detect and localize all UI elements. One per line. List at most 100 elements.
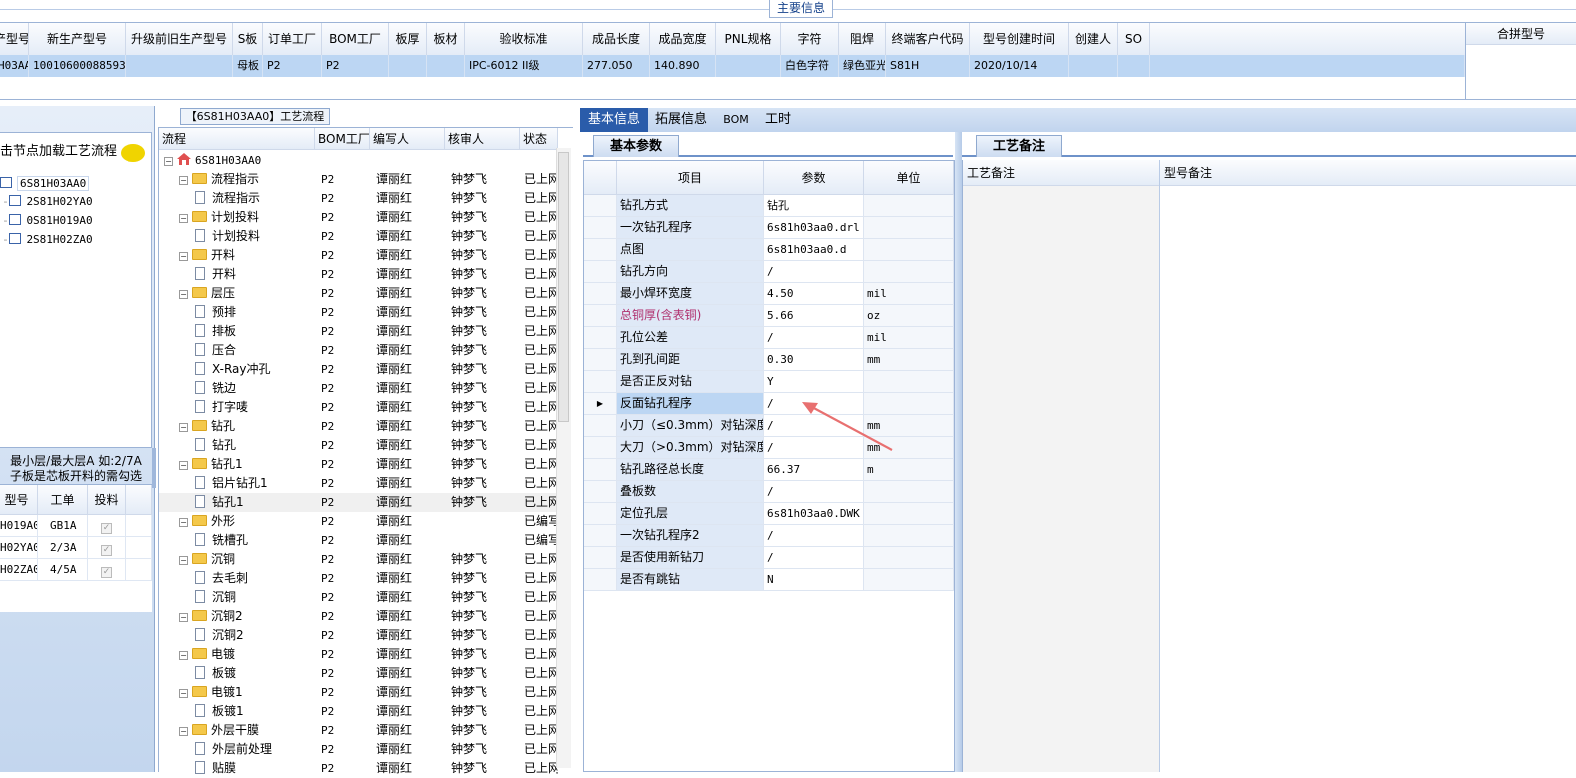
sub-grid-feed[interactable]: ✓ [88, 559, 126, 581]
param-value[interactable]: 钻孔 [764, 195, 864, 217]
collapse-toggle[interactable]: − [179, 290, 188, 299]
feed-checkbox[interactable]: ✓ [101, 567, 112, 578]
main-cell-3[interactable]: 母板 [233, 55, 263, 77]
collapse-toggle[interactable]: − [179, 423, 188, 432]
param-value[interactable]: 0.30 [764, 349, 864, 371]
param-value[interactable]: 6s81h03aa0.drl [764, 217, 864, 239]
process-row[interactable]: − 外层干膜 P2 谭丽红 钟梦飞 已上网 [159, 721, 558, 740]
process-row[interactable]: 板镀 P2 谭丽红 钟梦飞 已上网 [159, 664, 558, 683]
tab-0[interactable]: 基本信息 [580, 108, 648, 132]
process-row[interactable]: 铝片钻孔1 P2 谭丽红 钟梦飞 已上网 [159, 474, 558, 493]
main-cell-0[interactable]: H03AA0 [0, 55, 29, 77]
main-cell-16[interactable] [1069, 55, 1118, 77]
process-row[interactable]: 计划投料 P2 谭丽红 钟梦飞 已上网 [159, 227, 558, 246]
param-row[interactable]: 最小焊环宽度 4.50 mil [584, 283, 954, 305]
collapse-toggle[interactable]: − [179, 727, 188, 736]
sub-grid-feed[interactable]: ✓ [88, 537, 126, 559]
main-cell-6[interactable] [389, 55, 427, 77]
process-scrollbar-thumb[interactable] [558, 152, 569, 422]
collapse-toggle[interactable]: − [179, 214, 188, 223]
main-cell-14[interactable]: S81H [886, 55, 970, 77]
param-row[interactable]: 孔到孔间距 0.30 mm [584, 349, 954, 371]
collapse-toggle[interactable]: − [179, 176, 188, 185]
main-cell-5[interactable]: P2 [322, 55, 389, 77]
collapse-toggle[interactable]: − [179, 613, 188, 622]
sub-grid-model[interactable]: H02YA0 [0, 537, 38, 559]
param-row[interactable]: 是否使用新钻刀 / [584, 547, 954, 569]
process-row[interactable]: 沉铜2 P2 谭丽红 钟梦飞 已上网 [159, 626, 558, 645]
param-value[interactable]: 6s81h03aa0.d [764, 239, 864, 261]
feed-checkbox[interactable]: ✓ [101, 523, 112, 534]
main-cell-11[interactable] [716, 55, 781, 77]
basic-params-tab[interactable]: 基本参数 [593, 135, 679, 157]
process-row[interactable]: − 沉铜2 P2 谭丽红 钟梦飞 已上网 [159, 607, 558, 626]
param-row[interactable]: 孔位公差 / mil [584, 327, 954, 349]
process-row[interactable]: 打字唛 P2 谭丽红 钟梦飞 已上网 [159, 398, 558, 417]
param-value[interactable]: / [764, 261, 864, 283]
process-row[interactable]: 铣边 P2 谭丽红 钟梦飞 已上网 [159, 379, 558, 398]
main-cell-15[interactable]: 2020/10/14 [970, 55, 1069, 77]
param-value[interactable]: / [764, 525, 864, 547]
collapse-toggle[interactable]: − [179, 556, 188, 565]
tree-node-checkbox[interactable] [9, 233, 22, 244]
param-row[interactable]: 钻孔方式 钻孔 [584, 195, 954, 217]
param-row[interactable]: 钻孔路径总长度 66.37 m [584, 459, 954, 481]
param-row[interactable]: 总铜厚(含表铜) 5.66 oz [584, 305, 954, 327]
process-row[interactable]: − 电镀1 P2 谭丽红 钟梦飞 已上网 [159, 683, 558, 702]
param-value[interactable]: 66.37 [764, 459, 864, 481]
main-cell-7[interactable] [427, 55, 465, 77]
model-tree-node[interactable]: - - 2S81H02YA0 [0, 192, 93, 211]
collapse-toggle[interactable]: − [179, 651, 188, 660]
process-row[interactable]: − 层压 P2 谭丽红 钟梦飞 已上网 [159, 284, 558, 303]
model-tree-node[interactable]: - - 0S81H019A0 [0, 211, 93, 230]
collapse-toggle[interactable]: − [164, 157, 173, 166]
param-value[interactable]: / [764, 547, 864, 569]
process-row[interactable]: X-Ray冲孔 P2 谭丽红 钟梦飞 已上网 [159, 360, 558, 379]
collapse-toggle[interactable]: − [179, 252, 188, 261]
process-row[interactable]: 沉铜 P2 谭丽红 钟梦飞 已上网 [159, 588, 558, 607]
tree-node-checkbox[interactable] [9, 214, 22, 225]
process-row[interactable]: 压合 P2 谭丽红 钟梦飞 已上网 [159, 341, 558, 360]
panel-splitter[interactable] [955, 132, 962, 772]
sub-grid-order[interactable]: 2/3A [38, 537, 88, 559]
main-cell-13[interactable]: 绿色亚光 [839, 55, 886, 77]
process-row[interactable]: − 外形 P2 谭丽红 已编写 [159, 512, 558, 531]
tree-node-checkbox[interactable] [0, 177, 12, 188]
chat-bubble-icon[interactable] [121, 144, 145, 162]
param-value[interactable]: / [764, 481, 864, 503]
param-value[interactable]: 6s81h03aa0.DWK [764, 503, 864, 525]
param-row[interactable]: 钻孔方向 / [584, 261, 954, 283]
process-row[interactable]: 排板 P2 谭丽红 钟梦飞 已上网 [159, 322, 558, 341]
process-row[interactable]: − 钻孔 P2 谭丽红 钟梦飞 已上网 [159, 417, 558, 436]
main-cell-2[interactable] [126, 55, 233, 77]
process-row[interactable]: 板镀1 P2 谭丽红 钟梦飞 已上网 [159, 702, 558, 721]
process-row[interactable]: 铣槽孔 P2 谭丽红 已编写 [159, 531, 558, 550]
main-cell-4[interactable]: P2 [263, 55, 322, 77]
process-row[interactable]: − 电镀 P2 谭丽红 钟梦飞 已上网 [159, 645, 558, 664]
left-splitter-handle[interactable] [152, 448, 156, 488]
collapse-toggle[interactable]: − [179, 689, 188, 698]
param-value[interactable]: / [764, 327, 864, 349]
process-row[interactable]: − 6S81H03AA0 [159, 151, 557, 170]
collapse-toggle[interactable]: − [179, 461, 188, 470]
feed-checkbox[interactable]: ✓ [101, 545, 112, 556]
process-notes-field[interactable] [963, 186, 1159, 772]
sub-grid-model[interactable]: H019A0 [0, 515, 38, 537]
sub-grid-order[interactable]: GB1A [38, 515, 88, 537]
main-cell-9[interactable]: 277.050 [583, 55, 650, 77]
param-value[interactable]: 4.50 [764, 283, 864, 305]
tree-node-checkbox[interactable] [9, 195, 22, 206]
tab-3[interactable]: 工时 [758, 108, 798, 132]
process-row[interactable]: − 钻孔1 P2 谭丽红 钟梦飞 已上网 [159, 455, 558, 474]
param-row[interactable]: 定位孔层 6s81h03aa0.DWK [584, 503, 954, 525]
process-row[interactable]: 钻孔1 P2 谭丽红 钟梦飞 已上网 [159, 493, 558, 512]
process-row[interactable]: − 流程指示 P2 谭丽红 钟梦飞 已上网 [159, 170, 558, 189]
process-row[interactable]: 预排 P2 谭丽红 钟梦飞 已上网 [159, 303, 558, 322]
process-row[interactable]: 去毛刺 P2 谭丽红 钟梦飞 已上网 [159, 569, 558, 588]
process-row[interactable]: 流程指示 P2 谭丽红 钟梦飞 已上网 [159, 189, 558, 208]
process-row[interactable]: 开料 P2 谭丽红 钟梦飞 已上网 [159, 265, 558, 284]
process-row[interactable]: 钻孔 P2 谭丽红 钟梦飞 已上网 [159, 436, 558, 455]
collapse-toggle[interactable]: − [179, 518, 188, 527]
model-tree-node[interactable]: - - 2S81H02ZA0 [0, 230, 93, 249]
tab-2[interactable]: BOM [714, 108, 758, 132]
